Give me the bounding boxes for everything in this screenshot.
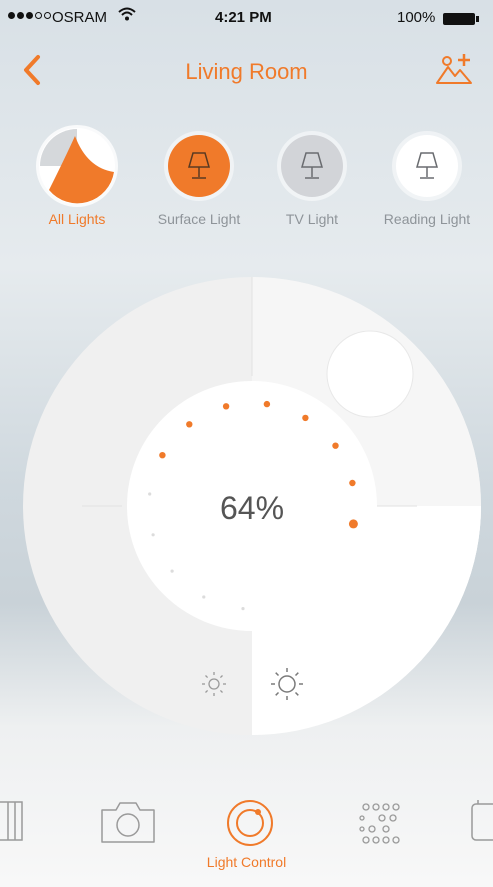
light-item-surface-light[interactable]: Surface Light bbox=[139, 135, 259, 227]
tab-groups[interactable] bbox=[0, 800, 30, 847]
brightness-dot bbox=[332, 442, 339, 449]
add-scene-icon bbox=[436, 54, 472, 84]
battery-percent: 100% bbox=[397, 9, 436, 26]
carrier-name: OSRAM bbox=[52, 9, 108, 26]
all-lights-icon bbox=[39, 128, 115, 204]
signal-strength-icon bbox=[8, 12, 51, 19]
pages-partial-icon bbox=[471, 800, 493, 841]
clock: 4:21 PM bbox=[215, 9, 272, 26]
light-item-tv-light[interactable]: TV Light bbox=[252, 135, 372, 227]
add-scene-button[interactable] bbox=[434, 51, 474, 87]
brightness-dot bbox=[348, 519, 358, 529]
active-tab-label: Light Control bbox=[206, 854, 287, 870]
dots-pattern-icon bbox=[359, 803, 400, 844]
dial-handle[interactable] bbox=[326, 330, 414, 418]
lamp-icon bbox=[168, 135, 230, 197]
nav-bar: Living Room bbox=[0, 45, 493, 95]
battery-icon bbox=[443, 13, 479, 25]
brightness-dot bbox=[159, 452, 166, 459]
brightness-dot bbox=[241, 607, 245, 611]
tab-light-control[interactable] bbox=[225, 798, 275, 853]
brightness-dot bbox=[151, 533, 155, 537]
brightness-dial[interactable]: 64% bbox=[22, 276, 482, 736]
camera-icon bbox=[101, 802, 155, 843]
light-item-all-lights[interactable]: All Lights bbox=[17, 128, 137, 227]
wifi-icon bbox=[118, 7, 136, 25]
brightness-dot bbox=[170, 569, 174, 573]
brightness-dot bbox=[186, 421, 193, 428]
tab-more[interactable] bbox=[470, 800, 493, 847]
brightness-dot bbox=[263, 400, 271, 408]
light-control-icon bbox=[227, 800, 273, 846]
brightness-dot bbox=[222, 403, 230, 410]
tab-bar: Light Control bbox=[0, 792, 493, 887]
brightness-dot bbox=[302, 414, 309, 422]
light-label: Surface Light bbox=[157, 211, 241, 227]
brightness-dot bbox=[148, 492, 152, 496]
grid-partial-icon bbox=[0, 801, 23, 841]
light-label: TV Light bbox=[285, 211, 339, 227]
light-item-reading-light[interactable]: Reading Light bbox=[367, 135, 487, 227]
tab-effects[interactable] bbox=[358, 802, 406, 851]
brightness-dot bbox=[349, 479, 356, 487]
tab-camera[interactable] bbox=[100, 800, 156, 849]
light-label: All Lights bbox=[48, 211, 106, 227]
lamp-icon bbox=[281, 135, 343, 197]
page-title: Living Room bbox=[185, 59, 308, 84]
light-label: Reading Light bbox=[383, 211, 471, 227]
status-bar: OSRAM 4:21 PM 100% bbox=[0, 0, 493, 40]
brightness-dot bbox=[202, 595, 206, 599]
lamp-icon bbox=[396, 135, 458, 197]
brightness-value: 64% bbox=[220, 490, 284, 526]
light-selector: All Lights Surface Light TV Light Readin… bbox=[0, 128, 493, 245]
